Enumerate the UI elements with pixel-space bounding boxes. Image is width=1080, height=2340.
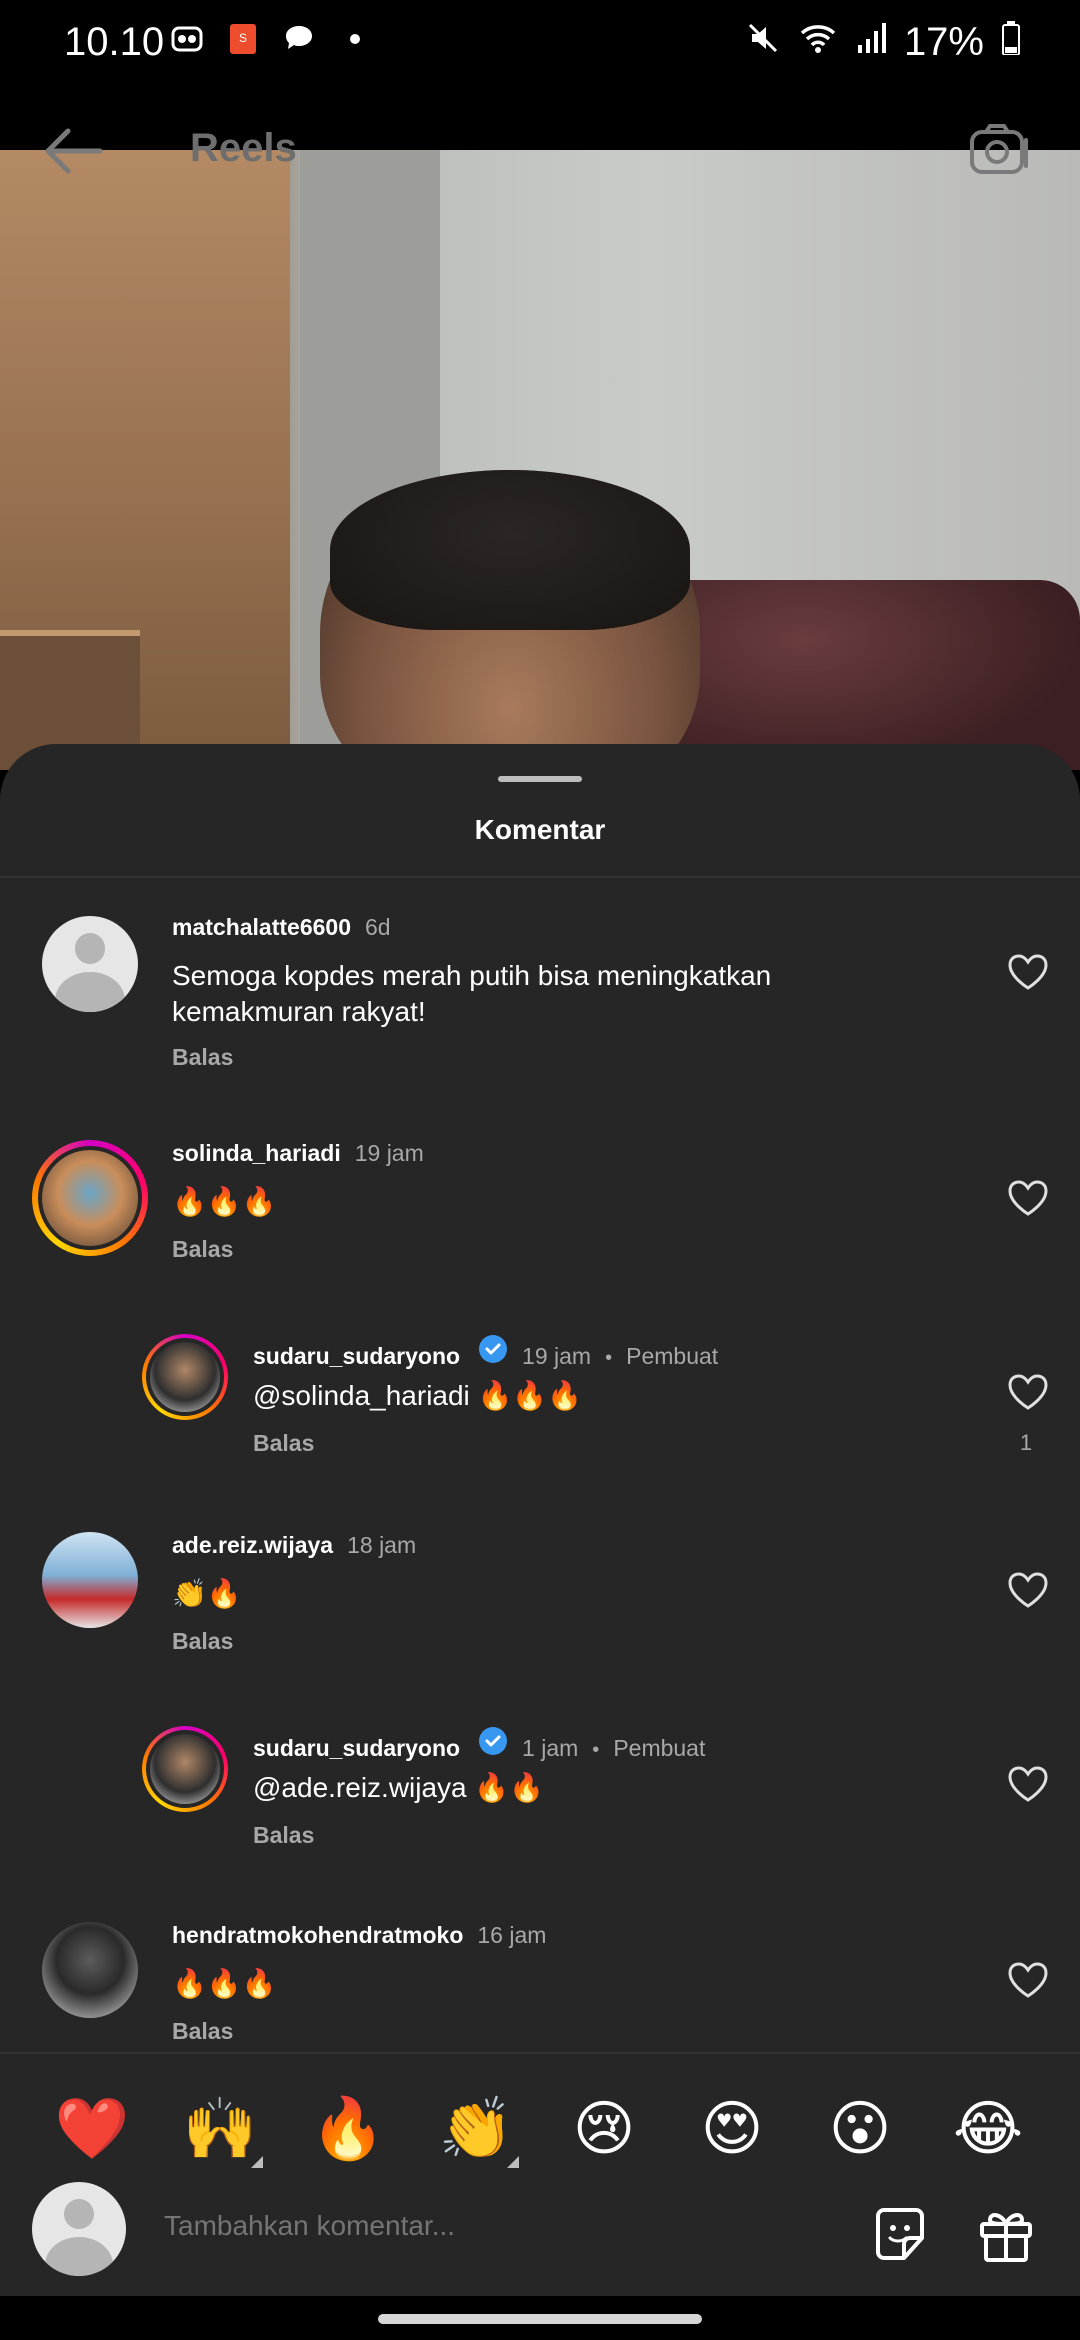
back-arrow-icon [45,128,103,174]
status-bar: 10.10 S 17% [0,0,1080,84]
emoji-heart-button[interactable]: ❤️ [47,2084,137,2174]
reply-button[interactable]: Balas [172,1236,233,1263]
comment-text: 🔥🔥🔥 [172,1186,277,1217]
comment-meta: sudaru_sudaryono 19 jam • Pembuat [253,1334,718,1370]
comment-time: 19 jam [522,1343,592,1369]
avatar[interactable] [142,1726,228,1812]
status-time: 10.10 [64,20,165,64]
emoji-fire-button[interactable]: 🔥 [303,2084,393,2174]
skin-tone-indicator [507,2156,519,2168]
status-right: 17% [746,20,1020,65]
reply-button[interactable]: Balas [172,2018,233,2045]
comment-meta: matchalatte6600 6d [172,914,391,941]
emoji-crying-button[interactable]: 😢 [559,2084,649,2174]
heart-icon[interactable] [1006,1960,1050,2000]
reel-video[interactable] [0,150,1080,770]
comment-username[interactable]: hendratmokohendratmoko [172,1922,463,1949]
comment-time: 1 jam [522,1735,579,1761]
comment-time: 16 jam [477,1922,547,1948]
battery-icon [1002,20,1020,65]
heart-icon[interactable] [1006,1372,1050,1412]
avatar[interactable] [42,1922,138,2018]
home-gesture-bar[interactable] [378,2314,702,2324]
battery-percent: 17% [903,20,984,64]
reply-button[interactable]: Balas [172,1044,233,1071]
comment-text: 🔥🔥🔥 [172,1968,277,1999]
sheet-drag-handle[interactable] [498,776,582,782]
signal-icon [856,20,886,65]
emoji-clapping: 👏 [438,2095,514,2162]
avatar[interactable] [142,1334,228,1420]
separator-dot: • [592,1739,600,1761]
heart-icon[interactable] [1006,1178,1050,1218]
comment-input[interactable] [164,2210,684,2242]
emoji-heart-eyes-button[interactable]: 😍 [687,2084,777,2174]
comment-text: 👏🔥 [172,1578,242,1609]
comment-username[interactable]: matchalatte6600 [172,914,351,941]
quick-emoji-bar: ❤️ 🙌 🔥 👏 😢 😍 😮 😂 [0,2084,1080,2174]
skin-tone-indicator [251,2156,263,2168]
gift-button[interactable] [974,2202,1038,2266]
svg-text:S: S [239,31,247,45]
comment-input-row [0,2174,1080,2284]
emoji-surprised-button[interactable]: 😮 [815,2084,905,2174]
notification-icons: S [170,22,372,56]
like-count: 1 [1019,1430,1033,1455]
wifi-icon [798,20,838,65]
sticker-icon [876,2208,924,2260]
separator-dot: • [605,1347,613,1369]
comment-time: 18 jam [347,1532,417,1558]
comment-time: 19 jam [354,1140,424,1166]
comment-meta: solinda_hariadi 19 jam [172,1140,424,1167]
current-user-avatar [32,2182,126,2276]
emoji-raising-hands: 🙌 [182,2095,258,2162]
comment-time: 6d [365,914,391,940]
comment-item: matchalatte6600 6d Semoga kopdes merah p… [0,914,1080,1070]
more-dot-icon [338,22,372,56]
system-nav-bar [0,2296,1080,2340]
back-button[interactable] [40,125,106,177]
reply-button[interactable]: Balas [253,1430,314,1457]
sheet-divider [0,876,1080,878]
comment-text: @ade.reiz.wijaya 🔥🔥 [253,1772,545,1803]
comment-meta: ade.reiz.wijaya 18 jam [172,1532,416,1559]
comment-meta: hendratmokohendratmoko 16 jam [172,1922,546,1949]
comment-username[interactable]: solinda_hariadi [172,1140,341,1167]
camera-icon [970,124,1028,174]
avatar[interactable] [42,916,138,1012]
avatar[interactable] [42,1532,138,1628]
creator-label: Pembuat [613,1735,706,1761]
comment-meta: sudaru_sudaryono 1 jam • Pembuat [253,1726,705,1762]
heart-icon[interactable] [1006,1570,1050,1610]
emoji-laughing-button[interactable]: 😂 [943,2084,1033,2174]
emoji-raising-hands-button[interactable]: 🙌 [175,2084,265,2174]
reply-button[interactable]: Balas [172,1628,233,1655]
mute-icon [746,20,780,65]
avatar[interactable] [32,1140,148,1256]
sticker-button[interactable] [868,2202,932,2266]
verified-badge-icon [479,1727,508,1755]
verified-badge-icon [479,1335,508,1363]
comment-username[interactable]: sudaru_sudaryono [253,1343,460,1370]
heart-icon[interactable] [1006,1764,1050,1804]
chat-bubble-icon [282,22,316,56]
comment-text: Semoga kopdes merah putih bisa meningkat… [172,960,772,1027]
comment-username[interactable]: sudaru_sudaryono [253,1735,460,1762]
gift-icon [980,2213,1032,2262]
emoji-clapping-button[interactable]: 👏 [431,2084,521,2174]
comment-text: @solinda_hariadi 🔥🔥🔥 [253,1380,583,1411]
reply-button[interactable]: Balas [253,1822,314,1849]
creator-label: Pembuat [626,1343,719,1369]
heart-icon[interactable] [1006,952,1050,992]
sheet-title: Komentar [474,814,606,845]
comment-username[interactable]: ade.reiz.wijaya [172,1532,333,1559]
shopeepay-icon: S [226,22,260,56]
video-person-hair [330,470,690,630]
camera-button[interactable] [966,120,1030,180]
page-title: Reels [190,126,297,170]
tripadvisor-icon [170,22,204,56]
